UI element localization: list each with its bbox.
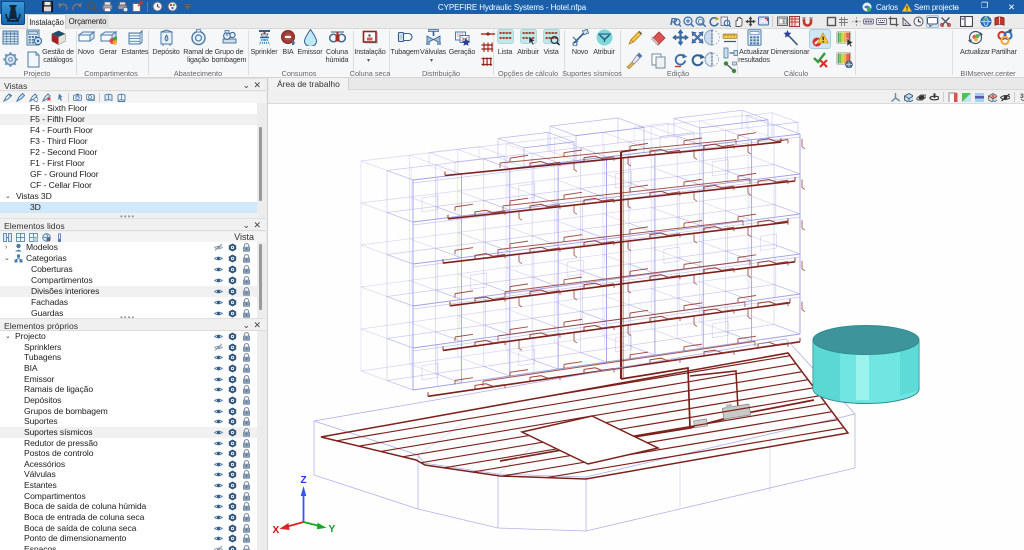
svg-text:3D: 3D (1020, 94, 1024, 100)
svg-text:Z: Z (301, 475, 307, 486)
svg-text:Y: Y (329, 524, 336, 535)
svg-text:X: X (273, 525, 280, 536)
